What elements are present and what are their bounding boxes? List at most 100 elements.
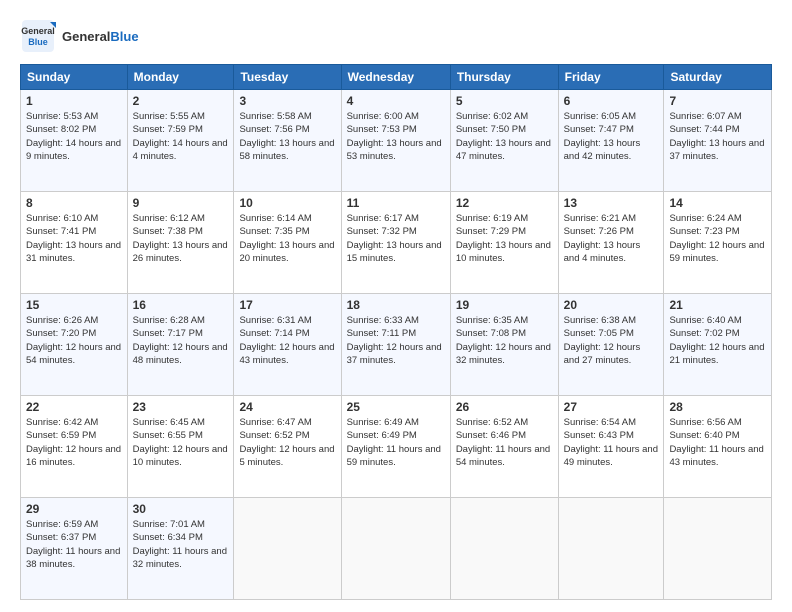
calendar-cell: 14 Sunrise: 6:24 AMSunset: 7:23 PMDaylig…	[664, 192, 772, 294]
day-info: Sunrise: 6:56 AMSunset: 6:40 PMDaylight:…	[669, 416, 766, 469]
day-number: 16	[133, 298, 229, 312]
calendar-cell	[341, 498, 450, 600]
day-info: Sunrise: 6:42 AMSunset: 6:59 PMDaylight:…	[26, 416, 122, 469]
calendar-cell: 16 Sunrise: 6:28 AMSunset: 7:17 PMDaylig…	[127, 294, 234, 396]
logo-svg: General Blue	[20, 18, 56, 54]
calendar-cell: 21 Sunrise: 6:40 AMSunset: 7:02 PMDaylig…	[664, 294, 772, 396]
calendar-cell: 3 Sunrise: 5:58 AMSunset: 7:56 PMDayligh…	[234, 90, 341, 192]
day-info: Sunrise: 6:07 AMSunset: 7:44 PMDaylight:…	[669, 110, 766, 163]
day-info: Sunrise: 6:24 AMSunset: 7:23 PMDaylight:…	[669, 212, 766, 265]
svg-text:General: General	[21, 26, 55, 36]
page-header: General Blue GeneralBlue	[20, 18, 772, 54]
day-number: 3	[239, 94, 335, 108]
day-number: 15	[26, 298, 122, 312]
day-info: Sunrise: 6:21 AMSunset: 7:26 PMDaylight:…	[564, 212, 659, 265]
calendar-cell: 5 Sunrise: 6:02 AMSunset: 7:50 PMDayligh…	[450, 90, 558, 192]
day-info: Sunrise: 7:01 AMSunset: 6:34 PMDaylight:…	[133, 518, 229, 571]
calendar-cell: 28 Sunrise: 6:56 AMSunset: 6:40 PMDaylig…	[664, 396, 772, 498]
calendar-cell: 12 Sunrise: 6:19 AMSunset: 7:29 PMDaylig…	[450, 192, 558, 294]
day-number: 18	[347, 298, 445, 312]
day-info: Sunrise: 6:49 AMSunset: 6:49 PMDaylight:…	[347, 416, 445, 469]
calendar-table: SundayMondayTuesdayWednesdayThursdayFrid…	[20, 64, 772, 600]
calendar-cell	[664, 498, 772, 600]
day-number: 23	[133, 400, 229, 414]
calendar-cell: 1 Sunrise: 5:53 AMSunset: 8:02 PMDayligh…	[21, 90, 128, 192]
calendar-cell: 24 Sunrise: 6:47 AMSunset: 6:52 PMDaylig…	[234, 396, 341, 498]
day-info: Sunrise: 5:53 AMSunset: 8:02 PMDaylight:…	[26, 110, 122, 163]
dow-header-friday: Friday	[558, 65, 664, 90]
calendar-cell: 13 Sunrise: 6:21 AMSunset: 7:26 PMDaylig…	[558, 192, 664, 294]
day-number: 19	[456, 298, 553, 312]
day-info: Sunrise: 6:52 AMSunset: 6:46 PMDaylight:…	[456, 416, 553, 469]
logo-label: GeneralBlue	[62, 29, 139, 44]
day-number: 1	[26, 94, 122, 108]
dow-header-monday: Monday	[127, 65, 234, 90]
day-number: 17	[239, 298, 335, 312]
day-number: 8	[26, 196, 122, 210]
day-number: 7	[669, 94, 766, 108]
dow-header-sunday: Sunday	[21, 65, 128, 90]
day-info: Sunrise: 6:33 AMSunset: 7:11 PMDaylight:…	[347, 314, 445, 367]
calendar-cell: 19 Sunrise: 6:35 AMSunset: 7:08 PMDaylig…	[450, 294, 558, 396]
calendar-cell	[234, 498, 341, 600]
calendar-cell: 18 Sunrise: 6:33 AMSunset: 7:11 PMDaylig…	[341, 294, 450, 396]
day-number: 11	[347, 196, 445, 210]
calendar-cell: 15 Sunrise: 6:26 AMSunset: 7:20 PMDaylig…	[21, 294, 128, 396]
dow-header-tuesday: Tuesday	[234, 65, 341, 90]
day-number: 21	[669, 298, 766, 312]
day-info: Sunrise: 6:19 AMSunset: 7:29 PMDaylight:…	[456, 212, 553, 265]
calendar-cell: 20 Sunrise: 6:38 AMSunset: 7:05 PMDaylig…	[558, 294, 664, 396]
day-info: Sunrise: 6:02 AMSunset: 7:50 PMDaylight:…	[456, 110, 553, 163]
calendar-cell: 26 Sunrise: 6:52 AMSunset: 6:46 PMDaylig…	[450, 396, 558, 498]
day-number: 13	[564, 196, 659, 210]
calendar-cell	[558, 498, 664, 600]
calendar-cell: 6 Sunrise: 6:05 AMSunset: 7:47 PMDayligh…	[558, 90, 664, 192]
day-info: Sunrise: 6:00 AMSunset: 7:53 PMDaylight:…	[347, 110, 445, 163]
calendar-cell: 8 Sunrise: 6:10 AMSunset: 7:41 PMDayligh…	[21, 192, 128, 294]
day-info: Sunrise: 6:47 AMSunset: 6:52 PMDaylight:…	[239, 416, 335, 469]
dow-header-wednesday: Wednesday	[341, 65, 450, 90]
day-number: 24	[239, 400, 335, 414]
day-info: Sunrise: 6:59 AMSunset: 6:37 PMDaylight:…	[26, 518, 122, 571]
day-number: 30	[133, 502, 229, 516]
calendar-cell: 11 Sunrise: 6:17 AMSunset: 7:32 PMDaylig…	[341, 192, 450, 294]
day-info: Sunrise: 6:38 AMSunset: 7:05 PMDaylight:…	[564, 314, 659, 367]
day-info: Sunrise: 6:31 AMSunset: 7:14 PMDaylight:…	[239, 314, 335, 367]
day-number: 20	[564, 298, 659, 312]
calendar-cell: 17 Sunrise: 6:31 AMSunset: 7:14 PMDaylig…	[234, 294, 341, 396]
day-number: 4	[347, 94, 445, 108]
day-number: 29	[26, 502, 122, 516]
day-number: 27	[564, 400, 659, 414]
calendar-cell: 29 Sunrise: 6:59 AMSunset: 6:37 PMDaylig…	[21, 498, 128, 600]
svg-text:Blue: Blue	[28, 37, 48, 47]
calendar-cell: 25 Sunrise: 6:49 AMSunset: 6:49 PMDaylig…	[341, 396, 450, 498]
calendar-cell: 10 Sunrise: 6:14 AMSunset: 7:35 PMDaylig…	[234, 192, 341, 294]
day-number: 28	[669, 400, 766, 414]
day-number: 5	[456, 94, 553, 108]
dow-header-thursday: Thursday	[450, 65, 558, 90]
day-info: Sunrise: 6:40 AMSunset: 7:02 PMDaylight:…	[669, 314, 766, 367]
day-number: 12	[456, 196, 553, 210]
day-number: 10	[239, 196, 335, 210]
day-info: Sunrise: 6:54 AMSunset: 6:43 PMDaylight:…	[564, 416, 659, 469]
day-info: Sunrise: 5:55 AMSunset: 7:59 PMDaylight:…	[133, 110, 229, 163]
day-info: Sunrise: 6:28 AMSunset: 7:17 PMDaylight:…	[133, 314, 229, 367]
day-info: Sunrise: 6:35 AMSunset: 7:08 PMDaylight:…	[456, 314, 553, 367]
day-number: 2	[133, 94, 229, 108]
day-info: Sunrise: 6:26 AMSunset: 7:20 PMDaylight:…	[26, 314, 122, 367]
dow-header-saturday: Saturday	[664, 65, 772, 90]
day-info: Sunrise: 6:10 AMSunset: 7:41 PMDaylight:…	[26, 212, 122, 265]
calendar-cell: 4 Sunrise: 6:00 AMSunset: 7:53 PMDayligh…	[341, 90, 450, 192]
calendar-cell: 23 Sunrise: 6:45 AMSunset: 6:55 PMDaylig…	[127, 396, 234, 498]
calendar-cell: 22 Sunrise: 6:42 AMSunset: 6:59 PMDaylig…	[21, 396, 128, 498]
day-info: Sunrise: 6:05 AMSunset: 7:47 PMDaylight:…	[564, 110, 659, 163]
day-number: 25	[347, 400, 445, 414]
day-info: Sunrise: 5:58 AMSunset: 7:56 PMDaylight:…	[239, 110, 335, 163]
day-info: Sunrise: 6:14 AMSunset: 7:35 PMDaylight:…	[239, 212, 335, 265]
day-number: 26	[456, 400, 553, 414]
day-number: 6	[564, 94, 659, 108]
logo: General Blue GeneralBlue	[20, 18, 139, 54]
calendar-cell: 2 Sunrise: 5:55 AMSunset: 7:59 PMDayligh…	[127, 90, 234, 192]
day-info: Sunrise: 6:45 AMSunset: 6:55 PMDaylight:…	[133, 416, 229, 469]
calendar-cell: 27 Sunrise: 6:54 AMSunset: 6:43 PMDaylig…	[558, 396, 664, 498]
